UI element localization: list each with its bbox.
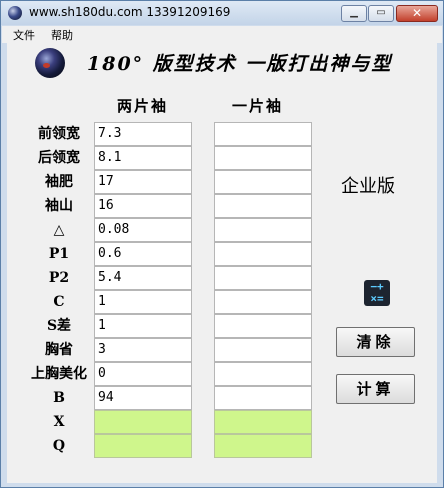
input-field-one-piece[interactable] bbox=[214, 362, 312, 386]
input-field-two-piece[interactable]: 5.4 bbox=[94, 266, 192, 290]
input-row: S差 1 bbox=[7, 314, 337, 338]
calculate-button[interactable]: 计算 bbox=[336, 374, 415, 404]
input-row: B 94 bbox=[7, 386, 337, 410]
input-field-one-piece[interactable] bbox=[214, 170, 312, 194]
input-field-two-piece[interactable]: 1 bbox=[94, 290, 192, 314]
row-label: P1 bbox=[48, 246, 70, 262]
row-label: 胸省 bbox=[45, 342, 73, 358]
window-title: www.sh180du.com 13391209169 bbox=[29, 5, 231, 19]
row-label: 袖山 bbox=[45, 198, 73, 214]
main-panel: 180° 版型技术 一版打出神与型 两片袖 一片袖 前领宽 7.3 后领宽 8.1 袖肥… bbox=[7, 43, 437, 483]
input-field-one-piece[interactable] bbox=[214, 386, 312, 410]
logo-globe-icon bbox=[35, 48, 65, 78]
input-field-two-piece[interactable]: 16 bbox=[94, 194, 192, 218]
input-field-two-piece[interactable]: 8.1 bbox=[94, 146, 192, 170]
input-field-one-piece[interactable] bbox=[214, 266, 312, 290]
column-header-one-piece-sleeve: 一片袖 bbox=[232, 97, 284, 115]
page-heading: 180° 版型技术 一版打出神与型 bbox=[87, 53, 393, 75]
clear-button[interactable]: 清除 bbox=[336, 327, 415, 357]
maximize-button[interactable]: ▭ bbox=[368, 5, 394, 22]
input-row: 上胸美化 0 bbox=[7, 362, 337, 386]
row-label: 后领宽 bbox=[38, 150, 80, 166]
input-field-one-piece[interactable] bbox=[214, 242, 312, 266]
row-label: △ bbox=[53, 222, 65, 238]
row-label: 前领宽 bbox=[38, 126, 80, 142]
input-row: 胸省 3 bbox=[7, 338, 337, 362]
calculator-icon: −+ ×= bbox=[364, 280, 390, 306]
app-globe-icon bbox=[8, 6, 22, 20]
input-row: 后领宽 8.1 bbox=[7, 146, 337, 170]
input-row: 袖山 16 bbox=[7, 194, 337, 218]
row-label: S差 bbox=[46, 318, 72, 334]
input-field-two-piece[interactable]: 0.6 bbox=[94, 242, 192, 266]
row-label: C bbox=[53, 294, 65, 310]
input-field-one-piece[interactable] bbox=[214, 338, 312, 362]
input-field-one-piece[interactable] bbox=[214, 146, 312, 170]
result-field-two-piece[interactable] bbox=[94, 434, 192, 458]
input-field-two-piece[interactable]: 94 bbox=[94, 386, 192, 410]
input-field-two-piece[interactable]: 17 bbox=[94, 170, 192, 194]
row-label: X bbox=[53, 414, 65, 430]
result-row: Q bbox=[7, 434, 337, 458]
input-row: P1 0.6 bbox=[7, 242, 337, 266]
input-field-two-piece[interactable]: 1 bbox=[94, 314, 192, 338]
input-field-two-piece[interactable]: 3 bbox=[94, 338, 192, 362]
input-row: △ 0.08 bbox=[7, 218, 337, 242]
input-row: C1 bbox=[7, 290, 337, 314]
row-label: 袖肥 bbox=[45, 174, 73, 190]
input-field-one-piece[interactable] bbox=[214, 122, 312, 146]
result-row: X bbox=[7, 410, 337, 434]
row-label: P2 bbox=[48, 270, 70, 286]
edition-label: 企业版 bbox=[341, 176, 395, 197]
input-field-one-piece[interactable] bbox=[214, 314, 312, 338]
close-button[interactable]: ✕ bbox=[396, 5, 438, 22]
input-field-one-piece[interactable] bbox=[214, 218, 312, 242]
result-field-one-piece[interactable] bbox=[214, 434, 312, 458]
row-label: 上胸美化 bbox=[31, 366, 87, 382]
row-label: Q bbox=[52, 438, 66, 454]
input-field-one-piece[interactable] bbox=[214, 194, 312, 218]
result-field-two-piece[interactable] bbox=[94, 410, 192, 434]
row-label: B bbox=[53, 390, 65, 406]
input-row: 前领宽 7.3 bbox=[7, 122, 337, 146]
menu-file[interactable]: 文件 bbox=[13, 27, 35, 43]
input-field-two-piece[interactable]: 7.3 bbox=[94, 122, 192, 146]
result-field-one-piece[interactable] bbox=[214, 410, 312, 434]
minimize-button[interactable]: ▁ bbox=[341, 5, 367, 22]
input-field-two-piece[interactable]: 0 bbox=[94, 362, 192, 386]
title-bar: www.sh180du.com 13391209169 ▁ ▭ ✕ bbox=[1, 1, 443, 25]
app-window: www.sh180du.com 13391209169 ▁ ▭ ✕ 文件 帮助 … bbox=[0, 0, 444, 488]
input-field-one-piece[interactable] bbox=[214, 290, 312, 314]
menu-bar: 文件 帮助 bbox=[2, 26, 442, 43]
column-header-two-piece-sleeve: 两片袖 bbox=[117, 97, 169, 115]
menu-help[interactable]: 帮助 bbox=[51, 27, 73, 43]
input-row: P2 5.4 bbox=[7, 266, 337, 290]
input-field-two-piece[interactable]: 0.08 bbox=[94, 218, 192, 242]
input-row: 袖肥 17 bbox=[7, 170, 337, 194]
